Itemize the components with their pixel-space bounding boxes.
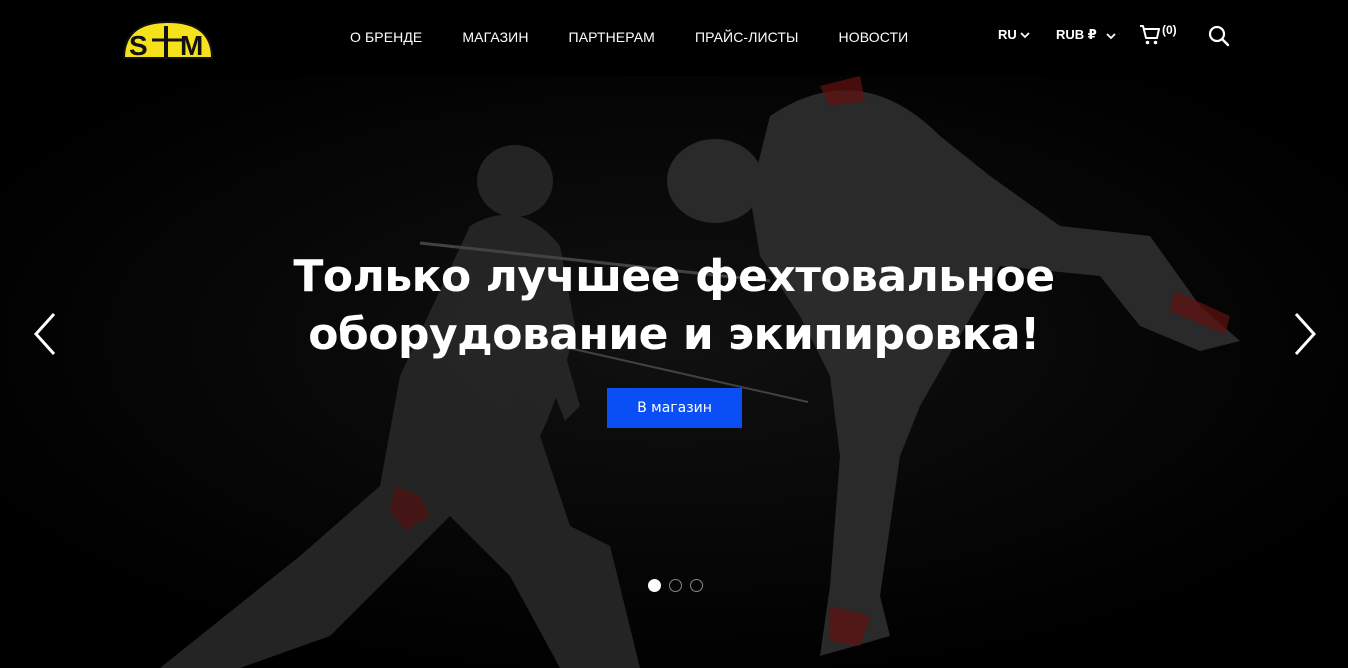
nav-item-price-lists[interactable]: ПРАЙС-ЛИСТЫ	[675, 26, 819, 48]
main-nav: О БРЕНДЕ МАГАЗИН ПАРТНЕРАМ ПРАЙС-ЛИСТЫ Н…	[330, 26, 928, 48]
chevron-down-icon	[1106, 32, 1116, 39]
svg-text:M: M	[180, 30, 203, 61]
go-to-shop-button[interactable]: В магазин	[607, 388, 742, 428]
hero-title-line-1: Только лучшее фехтовальное	[293, 251, 1055, 302]
language-value: RU	[998, 27, 1017, 42]
search-icon[interactable]	[1208, 25, 1230, 47]
chevron-left-icon[interactable]	[30, 310, 60, 358]
slider-dot-1[interactable]	[648, 579, 661, 592]
svg-text:S: S	[129, 30, 148, 61]
slider-pagination	[648, 579, 703, 592]
hero-title-line-2: оборудование и экипировка!	[308, 309, 1040, 360]
nav-item-partners[interactable]: ПАРТНЕРАМ	[549, 26, 675, 48]
slider-dot-2[interactable]	[669, 579, 682, 592]
cart-button[interactable]: (0)	[1139, 23, 1177, 46]
hero-title: Только лучшее фехтовальное оборудование …	[0, 248, 1348, 364]
language-selector[interactable]: RU	[998, 27, 1030, 42]
nav-item-about[interactable]: О БРЕНДЕ	[330, 26, 442, 48]
slider-dot-3[interactable]	[690, 579, 703, 592]
site-header: S M О БРЕНДЕ МАГАЗИН ПАРТНЕРАМ ПРАЙС-ЛИС…	[0, 0, 1348, 76]
chevron-right-icon[interactable]	[1290, 310, 1320, 358]
cart-icon	[1140, 25, 1160, 45]
currency-value: RUB ₽	[1056, 27, 1097, 42]
nav-item-news[interactable]: НОВОСТИ	[819, 26, 929, 48]
brand-logo[interactable]: S M	[122, 18, 214, 62]
cart-count: (0)	[1162, 23, 1177, 37]
chevron-down-icon	[1020, 32, 1030, 39]
hero-slider: Только лучшее фехтовальное оборудование …	[0, 76, 1348, 668]
currency-selector[interactable]: RUB ₽	[1056, 27, 1116, 43]
nav-item-shop[interactable]: МАГАЗИН	[442, 26, 548, 48]
